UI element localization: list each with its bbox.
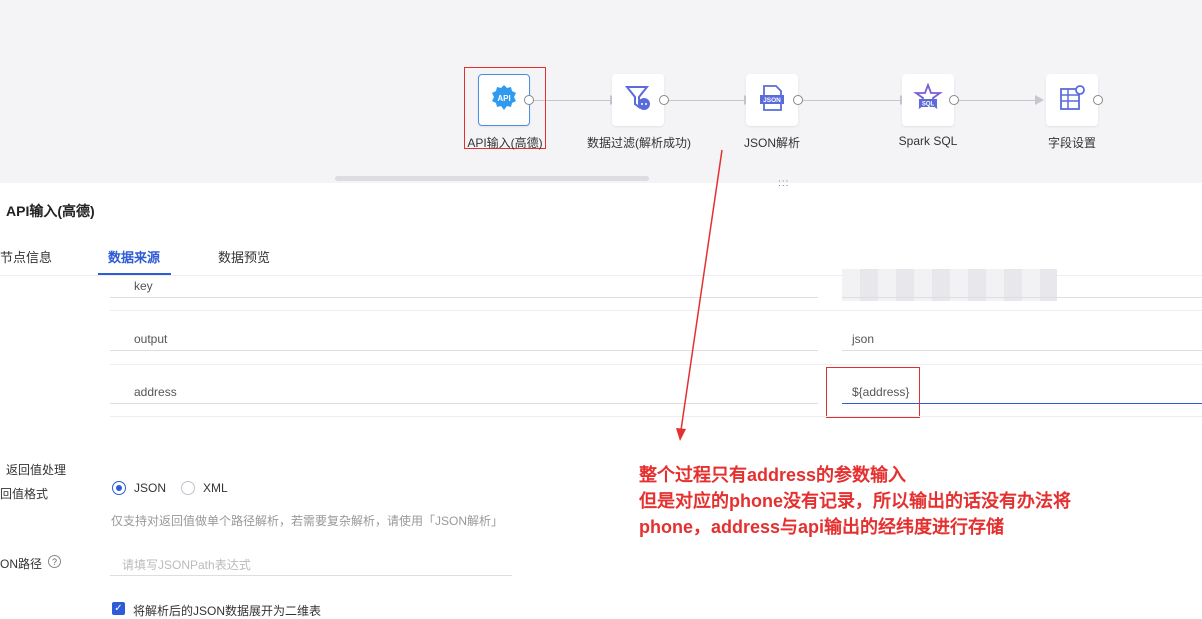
annotation-line: 整个过程只有address的参数输入 xyxy=(639,465,907,485)
annotation-line: phone，address与api输出的经纬度进行存储 xyxy=(639,517,1005,537)
annotation-text: 整个过程只有address的参数输入 但是对应的phone没有记录，所以输出的话… xyxy=(639,462,1071,540)
annotation-line: 但是对应的phone没有记录，所以输出的话没有办法将 xyxy=(639,491,1071,511)
